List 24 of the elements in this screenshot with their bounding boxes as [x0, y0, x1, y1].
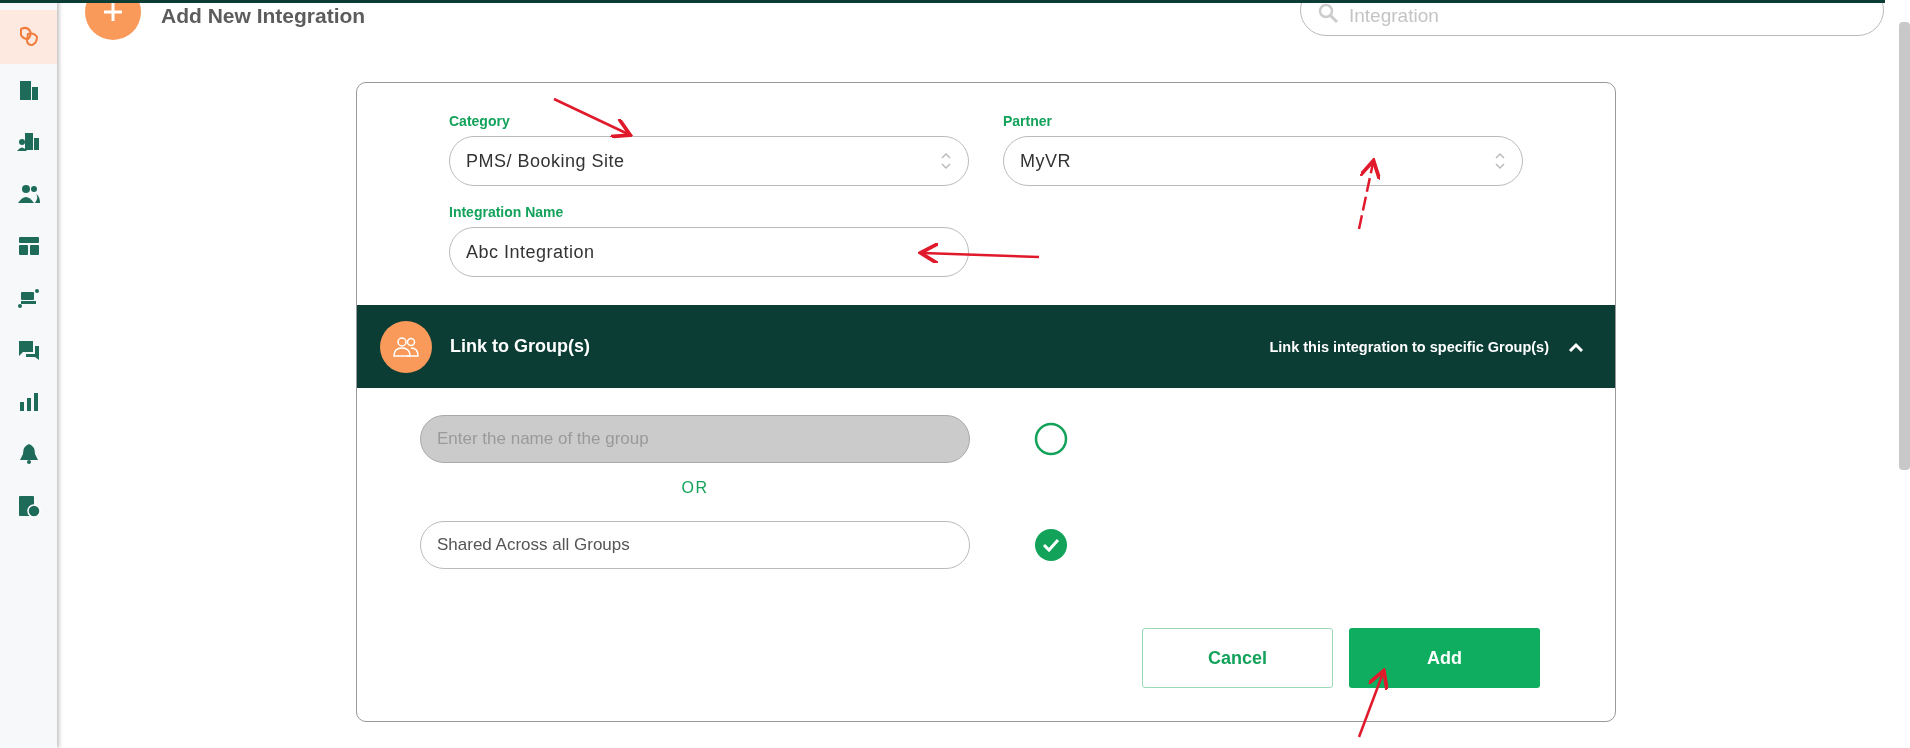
sort-arrows-icon	[940, 150, 952, 172]
scrollbar[interactable]	[1899, 22, 1910, 470]
field-label: Category	[449, 113, 511, 129]
section-hint: Link this integration to specific Group(s)	[1269, 338, 1549, 355]
text-field[interactable]: Abc Integration	[449, 227, 969, 277]
people-icon	[16, 182, 41, 206]
field-label: Partner	[1003, 113, 1054, 129]
radio-circle-icon[interactable]	[1034, 422, 1068, 456]
section-title: Link to Group(s)	[450, 336, 590, 357]
check-circle-icon[interactable]	[1034, 528, 1068, 562]
annotation-arrow	[1357, 158, 1382, 230]
group-icon	[380, 320, 432, 373]
sort-arrows-icon	[1494, 150, 1506, 172]
section-header[interactable]: Link to Group(s) Link this integration to specific Group(s)	[357, 305, 1615, 388]
select-field[interactable]: PMS/ Booking Site	[449, 136, 969, 186]
search-icon	[1316, 1, 1340, 25]
field-label: Integration Name	[449, 204, 565, 220]
chat-icon	[16, 338, 41, 362]
select-field[interactable]: MyVR	[1003, 136, 1523, 186]
page-title: Add New Integration	[161, 4, 366, 28]
or-separator: OR	[680, 479, 710, 497]
building-person-icon	[16, 130, 41, 154]
layout-icon	[16, 234, 41, 258]
annotation-arrow	[1357, 668, 1389, 738]
